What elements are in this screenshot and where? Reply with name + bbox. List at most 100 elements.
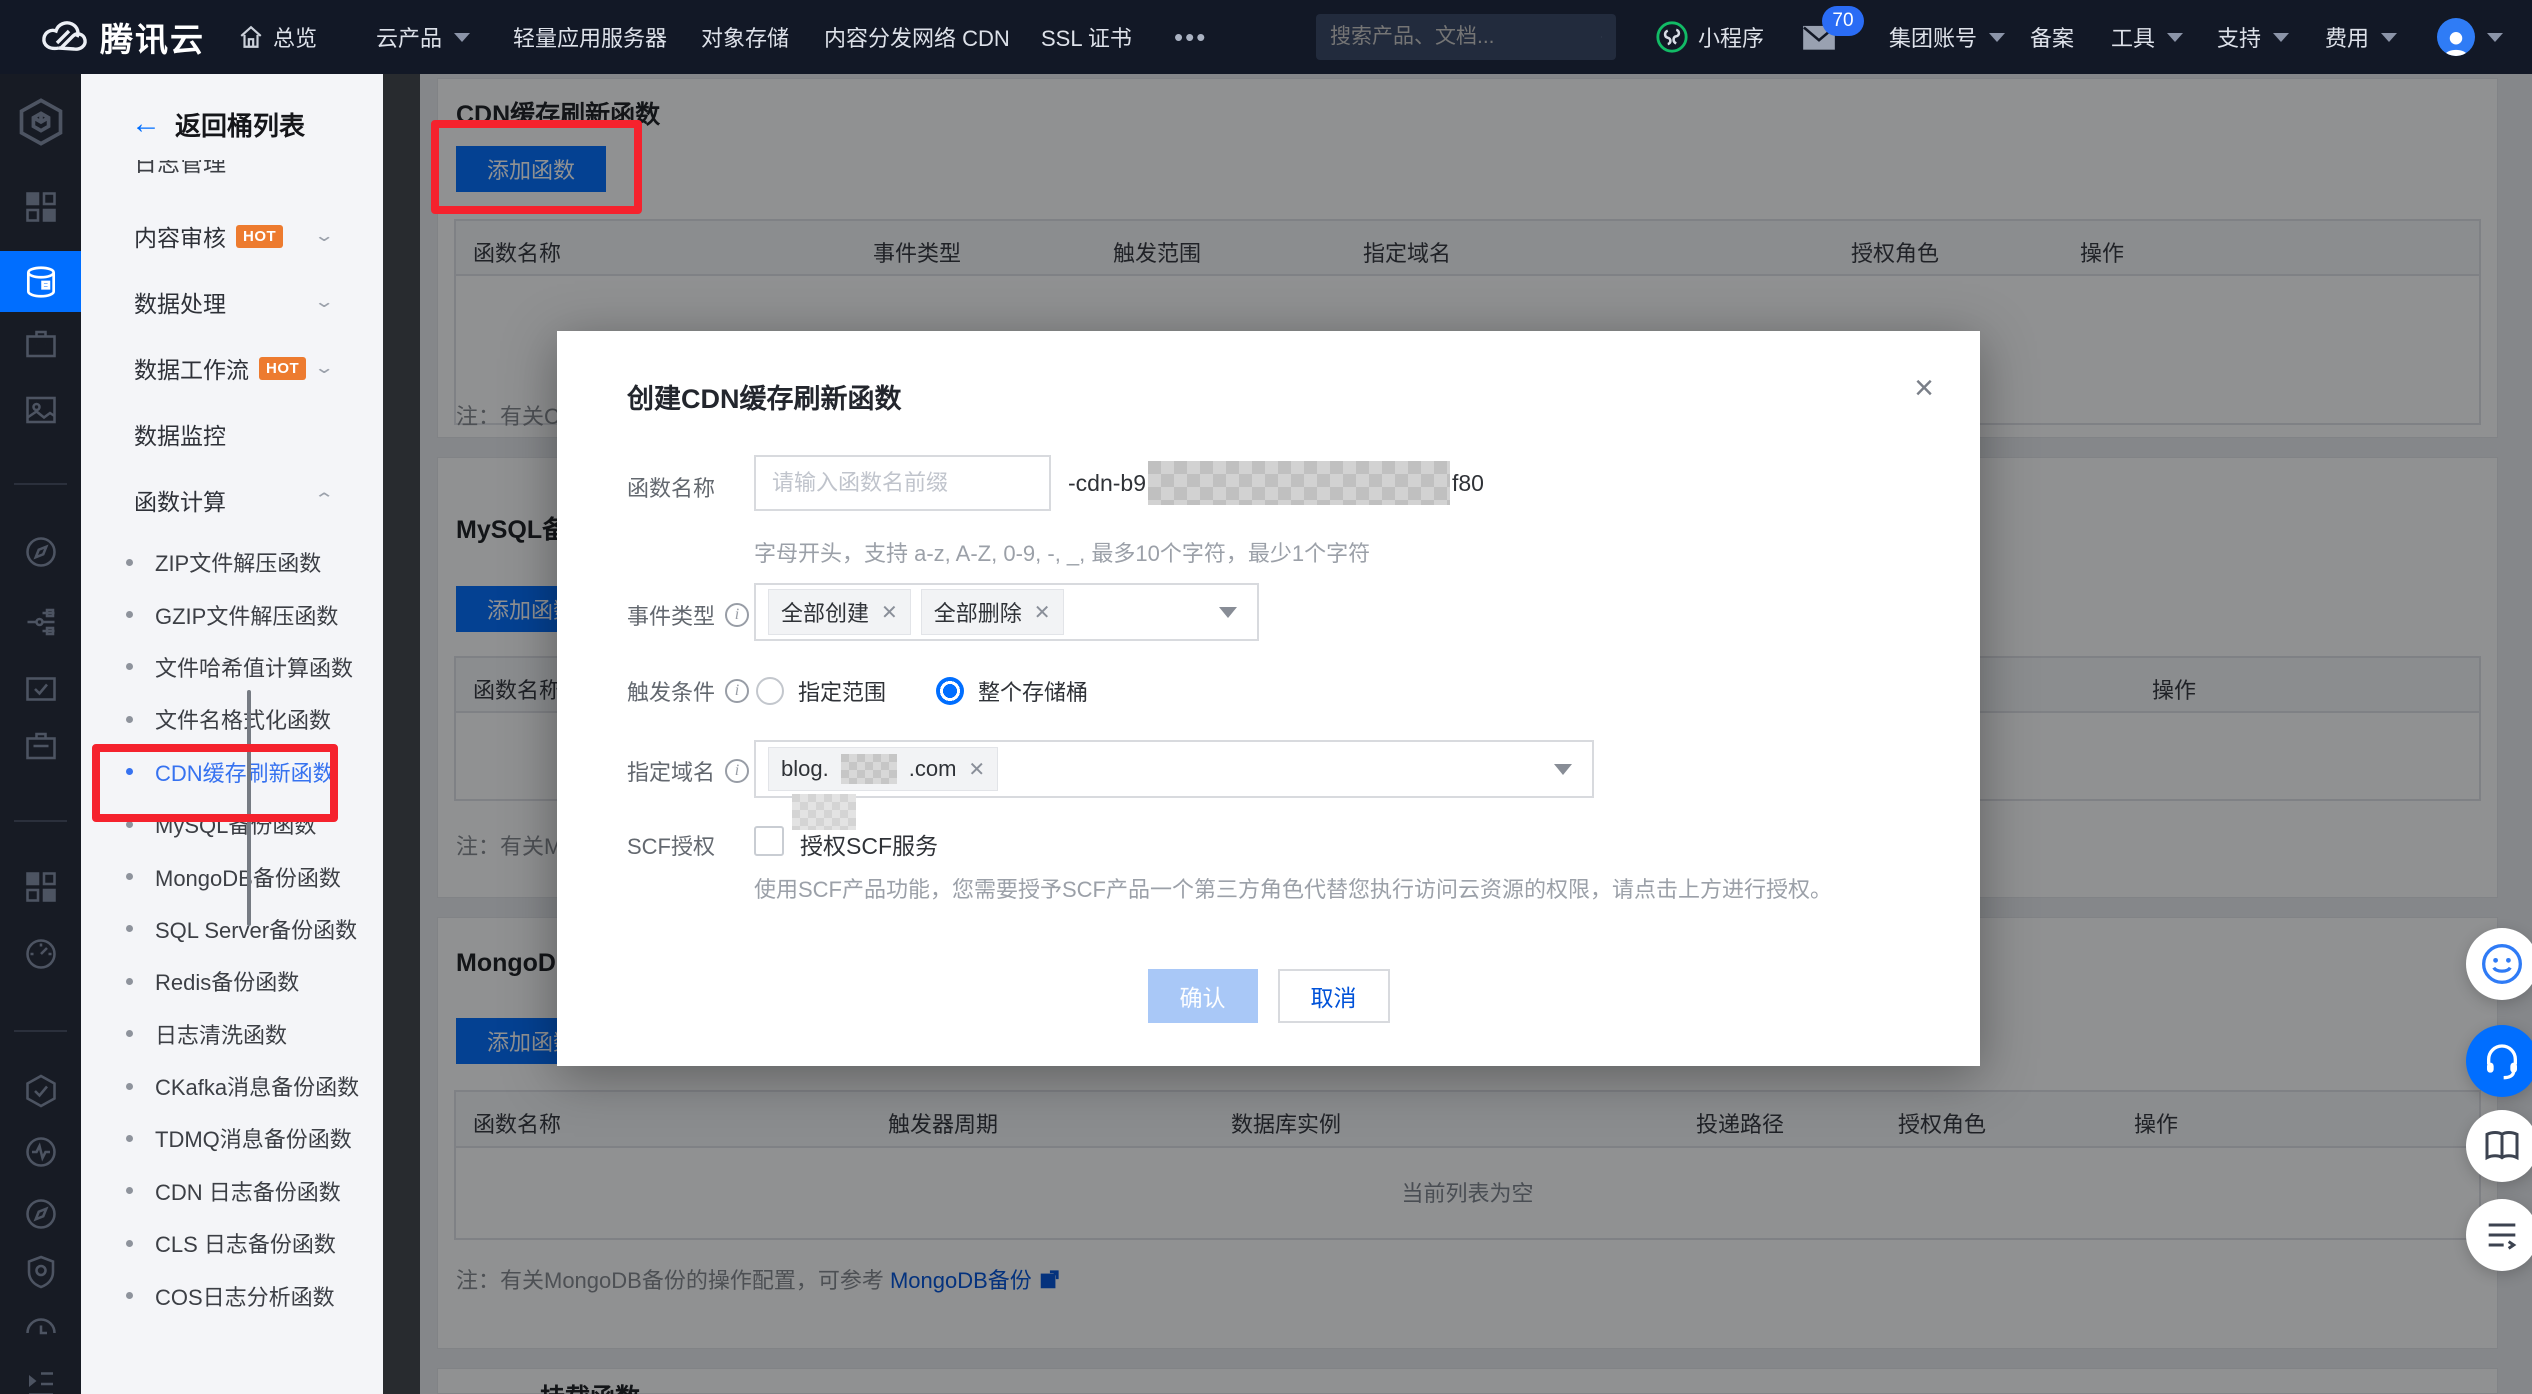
bullet-icon: [126, 821, 133, 828]
back-arrow-icon: ←: [131, 109, 161, 139]
function-name-input[interactable]: [754, 455, 1051, 511]
rail-media-icon[interactable]: [0, 392, 81, 428]
support-headset-button[interactable]: [2466, 1025, 2532, 1097]
sidebar-item-redis-backup[interactable]: Redis备份函数: [81, 955, 383, 1007]
rail-cos-product-icon[interactable]: [0, 96, 81, 148]
rail-hexagon-icon[interactable]: [0, 1073, 81, 1109]
search-icon[interactable]: [1601, 24, 1602, 50]
nav-more[interactable]: •••: [1174, 0, 1207, 74]
info-icon[interactable]: i: [725, 603, 749, 627]
sidebar-item-ckafka-backup[interactable]: CKafka消息备份函数: [81, 1060, 383, 1112]
feedback-smiley-button[interactable]: [2466, 928, 2532, 1000]
sidebar-item-sqlserver-backup[interactable]: SQL Server备份函数: [81, 903, 383, 955]
blurred-domain-part: [841, 754, 897, 784]
nav-ssl[interactable]: SSL 证书: [1041, 0, 1132, 74]
nav-group-account[interactable]: 集团账号: [1889, 0, 2005, 74]
domain-select[interactable]: blog..com ✕: [754, 740, 1594, 798]
sidebar-item-content-audit[interactable]: 内容审核 HOT ⌄: [81, 203, 383, 269]
sidebar-item-mongodb-backup[interactable]: MongoDB备份函数: [81, 850, 383, 902]
remove-tag-icon[interactable]: ✕: [1034, 600, 1051, 625]
sidebar-item-cdn-refresh[interactable]: CDN缓存刷新函数: [81, 746, 383, 798]
nav-miniprogram[interactable]: 小程序: [1655, 0, 1764, 74]
blur-artifact: [792, 794, 856, 830]
rail-terminal-list-icon[interactable]: [0, 1366, 81, 1394]
dropdown-caret-icon[interactable]: [1219, 607, 1237, 618]
nav-billing[interactable]: 费用: [2325, 0, 2397, 74]
dropdown-caret-icon[interactable]: [1554, 764, 1572, 775]
sidebar-item-function-compute[interactable]: 函数计算 ⌃: [81, 467, 383, 533]
rail-workflow-icon[interactable]: [0, 604, 81, 640]
user-icon: [2441, 28, 2471, 56]
rail-toolbox-icon[interactable]: [0, 326, 81, 362]
hot-badge: HOT: [259, 357, 306, 380]
nav-tools[interactable]: 工具: [2111, 0, 2183, 74]
event-type-select[interactable]: 全部创建✕ 全部删除✕: [754, 583, 1259, 641]
remove-tag-icon[interactable]: ✕: [881, 600, 898, 625]
sidebar-item-file-hash[interactable]: 文件哈希值计算函数: [81, 641, 383, 693]
bullet-icon: [126, 1083, 133, 1090]
sidebar-item-cls-log-backup[interactable]: CLS 日志备份函数: [81, 1217, 383, 1269]
rail-batch-icon[interactable]: [0, 728, 81, 764]
sidebar-item-data-processing[interactable]: 数据处理 ⌄: [81, 269, 383, 335]
info-icon[interactable]: i: [725, 759, 749, 783]
scf-auth-label: SCF授权: [627, 829, 715, 861]
sidebar-item-log-clean[interactable]: 日志清洗函数: [81, 1008, 383, 1060]
domain-tag: blog..com ✕: [768, 747, 998, 791]
sidebar-item-gzip-unzip[interactable]: GZIP文件解压函数: [81, 588, 383, 640]
back-to-bucket-list[interactable]: ← 返回桶列表: [81, 102, 305, 146]
nav-search[interactable]: [1316, 14, 1616, 60]
rail-shield-icon[interactable]: [0, 1254, 81, 1290]
smiley-icon: [2480, 942, 2524, 986]
sidebar-item-mysql-backup[interactable]: MySQL备份函数: [81, 798, 383, 850]
tencent-cloud-logo[interactable]: 腾讯云: [39, 0, 205, 74]
nav-cos[interactable]: 对象存储: [701, 0, 789, 74]
top-nav: 腾讯云 总览 云产品 轻量应用服务器 对象存储 内容分发网络 CDN SSL 证…: [0, 0, 2532, 74]
rail-clock-icon[interactable]: [0, 1312, 81, 1348]
sidebar-item-cos-log-analysis[interactable]: COS日志分析函数: [81, 1269, 383, 1321]
rail-globe-icon[interactable]: [0, 1196, 81, 1232]
nav-overview[interactable]: 总览: [238, 0, 317, 74]
blurred-bucket-id: [1148, 461, 1450, 505]
rail-gauge-icon[interactable]: [0, 936, 81, 972]
nav-support[interactable]: 支持: [2217, 0, 2289, 74]
event-type-label: 事件类型 i: [627, 599, 749, 631]
sidebar-item-data-monitor[interactable]: 数据监控: [81, 401, 383, 467]
domain-label: 指定域名 i: [627, 755, 749, 787]
remove-tag-icon[interactable]: ✕: [968, 757, 985, 782]
sidebar-item-clipped[interactable]: 日志管理: [134, 160, 226, 186]
hot-badge: HOT: [236, 225, 283, 248]
sidebar-item-data-workflow[interactable]: 数据工作流 HOT ⌄: [81, 335, 383, 401]
bullet-icon: [126, 1240, 133, 1247]
sidebar-item-zip-unzip[interactable]: ZIP文件解压函数: [81, 536, 383, 588]
nav-cdn[interactable]: 内容分发网络 CDN: [824, 0, 1010, 74]
chevron-down-icon: ⌄: [313, 226, 334, 246]
chevron-down-icon: [454, 33, 470, 42]
radio-whole-bucket[interactable]: [936, 677, 964, 705]
sidebar-item-tdmq-backup[interactable]: TDMQ消息备份函数: [81, 1112, 383, 1164]
logo-text: 腾讯云: [100, 13, 205, 61]
nav-lighthouse[interactable]: 轻量应用服务器: [513, 0, 667, 74]
rail-task-icon[interactable]: [0, 671, 81, 707]
sidebar-item-filename-format[interactable]: 文件名格式化函数: [81, 693, 383, 745]
close-icon[interactable]: ×: [1914, 371, 1934, 405]
search-input[interactable]: [1330, 25, 1601, 49]
nav-account[interactable]: [2437, 0, 2503, 74]
sidebar-scrollbar-thumb[interactable]: [247, 690, 251, 926]
survey-list-button[interactable]: [2466, 1199, 2532, 1271]
cancel-button[interactable]: 取消: [1278, 969, 1390, 1023]
rail-activity-icon[interactable]: [0, 1134, 81, 1170]
chevron-down-icon: [2381, 33, 2397, 42]
rail-compass-icon[interactable]: [0, 534, 81, 570]
radio-specified-scope[interactable]: [756, 677, 784, 705]
scf-auth-checkbox[interactable]: [754, 826, 784, 856]
rail-apps-icon[interactable]: [0, 189, 81, 225]
sidebar-item-cdn-log-backup[interactable]: CDN 日志备份函数: [81, 1165, 383, 1217]
info-icon[interactable]: i: [725, 679, 749, 703]
nav-products[interactable]: 云产品: [376, 0, 470, 74]
nav-beian[interactable]: 备案: [2030, 0, 2074, 74]
more-dots-icon: •••: [1174, 22, 1207, 53]
rail-grid-icon[interactable]: [0, 869, 81, 905]
rail-storage-selected-icon[interactable]: [0, 251, 81, 312]
confirm-button[interactable]: 确认: [1148, 969, 1258, 1023]
docs-book-button[interactable]: [2466, 1110, 2532, 1182]
